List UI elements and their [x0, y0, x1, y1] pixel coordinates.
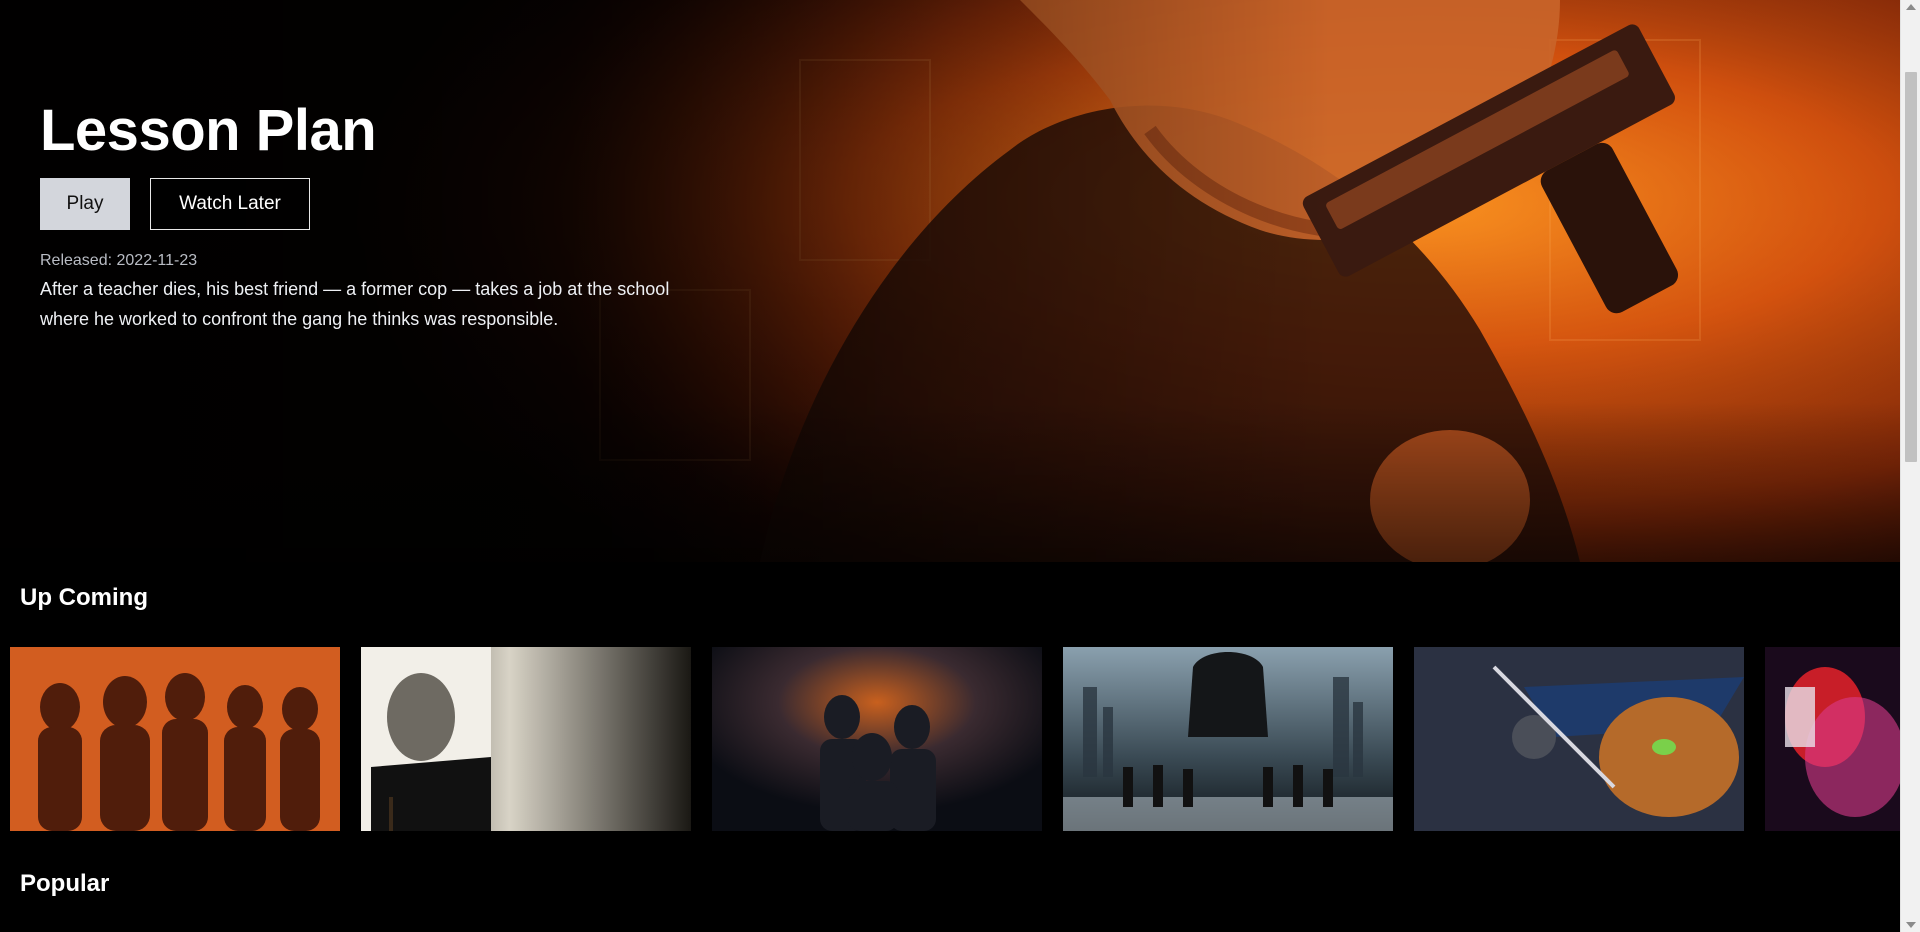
release-date: Released: 2022-11-23	[40, 252, 198, 269]
play-button[interactable]: Play	[40, 178, 130, 230]
movie-poster-image	[361, 647, 691, 831]
movie-poster-image	[712, 647, 1042, 831]
upcoming-card[interactable]	[361, 647, 691, 831]
hero-banner: Lesson Plan Play Watch Later Released: 2…	[0, 0, 1900, 562]
scroll-thumb[interactable]	[1905, 72, 1917, 462]
upcoming-card[interactable]	[712, 647, 1042, 831]
popular-section-title: Popular	[20, 870, 110, 897]
movie-poster-image	[1414, 647, 1744, 831]
upcoming-card[interactable]	[1414, 647, 1744, 831]
vertical-scrollbar[interactable]	[1900, 0, 1920, 932]
app-viewport: Lesson Plan Play Watch Later Released: 2…	[0, 0, 1900, 932]
hero-actions: Play Watch Later	[40, 178, 680, 230]
upcoming-card[interactable]	[10, 647, 340, 831]
hero-overview: After a teacher dies, his best friend — …	[40, 279, 670, 329]
upcoming-card[interactable]	[1765, 647, 1900, 831]
scroll-up-icon[interactable]	[1906, 4, 1916, 10]
movie-poster-image	[1765, 647, 1900, 831]
movie-poster-image	[1063, 647, 1393, 831]
watch-later-button[interactable]: Watch Later	[150, 178, 310, 230]
movie-poster-image	[10, 647, 340, 831]
upcoming-section-title: Up Coming	[20, 584, 148, 611]
upcoming-card[interactable]	[1063, 647, 1393, 831]
hero-content: Lesson Plan Play Watch Later Released: 2…	[40, 96, 680, 334]
scroll-down-icon[interactable]	[1906, 922, 1916, 928]
hero-title: Lesson Plan	[40, 98, 377, 163]
upcoming-row[interactable]	[10, 647, 1900, 831]
